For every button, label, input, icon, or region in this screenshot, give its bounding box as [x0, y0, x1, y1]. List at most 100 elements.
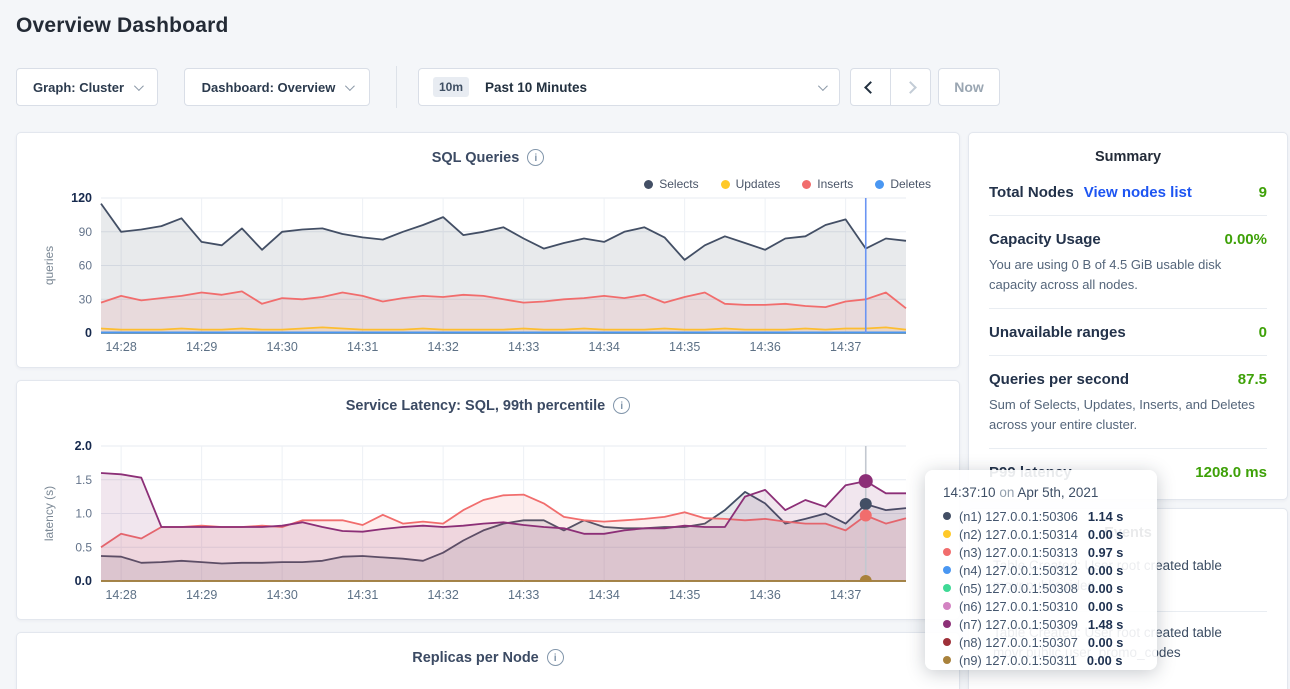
svg-text:14:34: 14:34: [588, 588, 619, 602]
tooltip-row-n4: (n4) 127.0.0.1:50312 0.00 s: [943, 561, 1141, 579]
chevron-right-icon: [904, 81, 917, 94]
unavailable-ranges-value: 0: [1259, 324, 1267, 341]
svg-text:14:29: 14:29: [186, 588, 217, 602]
tooltip-row-n6: (n6) 127.0.0.1:503100.00 s: [943, 597, 1141, 615]
legend-item-selects[interactable]: Selects: [644, 177, 698, 191]
legend-item-inserts[interactable]: Inserts: [802, 177, 853, 191]
capacity-subtext: You are using 0 B of 4.5 GiB usable disk…: [989, 255, 1267, 294]
qps-value: 87.5: [1238, 371, 1267, 388]
node-address: (n6) 127.0.0.1:50310: [959, 599, 1078, 614]
node-latency-value: 0.97 s: [1088, 545, 1124, 560]
graph-scope-dropdown[interactable]: Graph: Cluster: [16, 68, 158, 106]
node-latency-value: 1.14 s: [1088, 509, 1124, 524]
time-back-button[interactable]: [851, 69, 890, 105]
qps-subtext: Sum of Selects, Updates, Inserts, and De…: [989, 395, 1267, 434]
node-address: (n2) 127.0.0.1:50314: [959, 527, 1078, 542]
svg-text:14:37: 14:37: [830, 340, 861, 354]
node-address: (n3) 127.0.0.1:50313: [959, 545, 1078, 560]
node-address: (n8) 127.0.0.1:50307: [959, 635, 1078, 650]
sql-queries-panel: SQL Queries i Selects Updates Inserts De…: [16, 132, 960, 368]
svg-text:90: 90: [79, 225, 93, 239]
svg-text:queries: queries: [42, 246, 56, 285]
capacity-label: Capacity Usage: [989, 231, 1101, 248]
svg-text:14:28: 14:28: [105, 588, 136, 602]
chevron-left-icon: [864, 81, 877, 94]
chart-title: Replicas per Node: [412, 650, 539, 666]
chevron-down-icon: [345, 81, 355, 91]
node-color-dot: [943, 512, 951, 520]
chart-title: Service Latency: SQL, 99th percentile: [346, 398, 606, 414]
svg-text:14:35: 14:35: [669, 340, 700, 354]
node-color-dot: [943, 584, 951, 592]
svg-text:14:34: 14:34: [588, 340, 619, 354]
svg-text:0.5: 0.5: [75, 540, 92, 554]
legend-label: Selects: [659, 177, 698, 191]
chart-legend: Selects Updates Inserts Deletes: [644, 177, 931, 191]
svg-text:14:32: 14:32: [427, 340, 458, 354]
node-latency-value: 0.00 s: [1088, 563, 1124, 578]
node-address: (n9) 127.0.0.1:50311: [959, 653, 1077, 668]
sql-queries-chart[interactable]: 030609012014:2814:2914:3014:3114:3214:33…: [41, 191, 937, 363]
time-range-dropdown[interactable]: 10m Past 10 Minutes: [418, 68, 840, 106]
page-title: Overview Dashboard: [16, 14, 229, 38]
tooltip-date: Apr 5th, 2021: [1017, 485, 1098, 500]
time-step-buttons: [850, 68, 931, 106]
graph-scope-label: Graph: Cluster: [33, 80, 124, 95]
svg-text:14:37: 14:37: [830, 588, 861, 602]
node-color-dot: [943, 656, 951, 664]
info-icon[interactable]: i: [527, 149, 544, 166]
node-latency-value: 0.00 s: [1087, 653, 1123, 668]
svg-text:14:31: 14:31: [347, 340, 378, 354]
legend-item-deletes[interactable]: Deletes: [875, 177, 931, 191]
dashboard-label: Dashboard: Overview: [202, 80, 336, 95]
svg-text:14:32: 14:32: [427, 588, 458, 602]
legend-label: Updates: [736, 177, 781, 191]
dashboard-dropdown[interactable]: Dashboard: Overview: [184, 68, 370, 106]
time-forward-button[interactable]: [890, 69, 930, 105]
divider: [396, 66, 397, 108]
svg-text:14:33: 14:33: [508, 588, 539, 602]
tooltip-time: 14:37:10: [943, 485, 996, 500]
now-button-label: Now: [954, 79, 984, 95]
svg-text:14:36: 14:36: [749, 588, 780, 602]
tooltip-row-n8: (n8) 127.0.0.1:503070.00 s: [943, 633, 1141, 651]
p99-latency-value: 1208.0 ms: [1195, 464, 1267, 481]
qps-label: Queries per second: [989, 371, 1129, 388]
svg-text:60: 60: [79, 259, 93, 273]
node-color-dot: [943, 548, 951, 556]
legend-item-updates[interactable]: Updates: [721, 177, 781, 191]
svg-text:14:33: 14:33: [508, 340, 539, 354]
summary-row-qps: Queries per second 87.5 Sum of Selects, …: [989, 356, 1267, 449]
svg-text:30: 30: [79, 292, 93, 306]
unavailable-ranges-label: Unavailable ranges: [989, 324, 1126, 341]
svg-text:14:30: 14:30: [266, 340, 297, 354]
chart-title: SQL Queries: [432, 150, 520, 166]
summary-row-capacity: Capacity Usage 0.00% You are using 0 B o…: [989, 216, 1267, 309]
info-icon[interactable]: i: [547, 649, 564, 666]
legend-label: Deletes: [890, 177, 931, 191]
node-address: (n1) 127.0.0.1:50306: [959, 509, 1078, 524]
node-address: (n4) 127.0.0.1:50312: [959, 563, 1078, 578]
svg-text:14:29: 14:29: [186, 340, 217, 354]
node-color-dot: [943, 638, 951, 646]
summary-heading: Summary: [989, 133, 1267, 169]
legend-dot: [644, 180, 653, 189]
tooltip-timestamp: 14:37:10 on Apr 5th, 2021: [943, 485, 1141, 500]
view-nodes-list-link[interactable]: View nodes list: [1084, 184, 1192, 201]
node-latency-value: 1.48 s: [1088, 617, 1124, 632]
total-nodes-label: Total Nodes: [989, 184, 1074, 201]
tooltip-row-n1: (n1) 127.0.0.1:50306 1.14 s: [943, 507, 1141, 525]
node-latency-value: 0.00 s: [1088, 581, 1124, 596]
now-button[interactable]: Now: [938, 68, 1000, 106]
tooltip-on: on: [999, 485, 1014, 500]
svg-text:14:36: 14:36: [749, 340, 780, 354]
service-latency-panel: Service Latency: SQL, 99th percentile i …: [16, 380, 960, 620]
svg-text:latency (s): latency (s): [42, 486, 56, 541]
legend-dot: [875, 180, 884, 189]
legend-dot: [802, 180, 811, 189]
info-icon[interactable]: i: [613, 397, 630, 414]
svg-text:2.0: 2.0: [75, 439, 92, 453]
node-color-dot: [943, 602, 951, 610]
tooltip-row-n5: (n5) 127.0.0.1:503080.00 s: [943, 579, 1141, 597]
service-latency-chart[interactable]: 0.00.51.01.52.014:2814:2914:3014:3114:32…: [41, 439, 937, 611]
